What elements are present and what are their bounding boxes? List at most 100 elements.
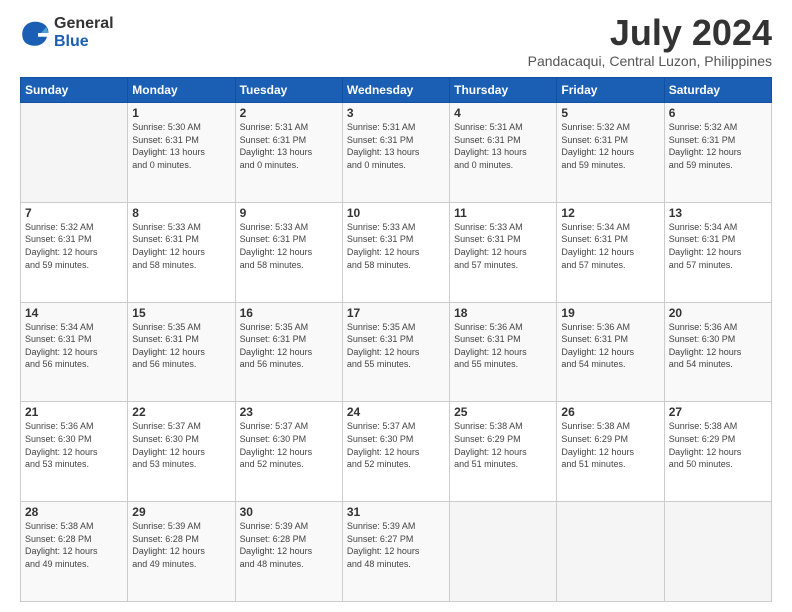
day-info: Sunrise: 5:34 AM Sunset: 6:31 PM Dayligh… bbox=[25, 321, 123, 371]
day-number: 16 bbox=[240, 306, 338, 320]
day-info: Sunrise: 5:34 AM Sunset: 6:31 PM Dayligh… bbox=[669, 221, 767, 271]
day-number: 12 bbox=[561, 206, 659, 220]
day-info: Sunrise: 5:35 AM Sunset: 6:31 PM Dayligh… bbox=[347, 321, 445, 371]
day-info: Sunrise: 5:36 AM Sunset: 6:30 PM Dayligh… bbox=[669, 321, 767, 371]
calendar-cell: 20Sunrise: 5:36 AM Sunset: 6:30 PM Dayli… bbox=[664, 302, 771, 402]
day-info: Sunrise: 5:32 AM Sunset: 6:31 PM Dayligh… bbox=[25, 221, 123, 271]
day-info: Sunrise: 5:39 AM Sunset: 6:28 PM Dayligh… bbox=[132, 520, 230, 570]
day-info: Sunrise: 5:32 AM Sunset: 6:31 PM Dayligh… bbox=[561, 121, 659, 171]
header-monday: Monday bbox=[128, 78, 235, 103]
day-info: Sunrise: 5:32 AM Sunset: 6:31 PM Dayligh… bbox=[669, 121, 767, 171]
calendar-week-5: 28Sunrise: 5:38 AM Sunset: 6:28 PM Dayli… bbox=[21, 502, 772, 602]
day-info: Sunrise: 5:31 AM Sunset: 6:31 PM Dayligh… bbox=[347, 121, 445, 171]
day-info: Sunrise: 5:37 AM Sunset: 6:30 PM Dayligh… bbox=[240, 420, 338, 470]
day-info: Sunrise: 5:33 AM Sunset: 6:31 PM Dayligh… bbox=[454, 221, 552, 271]
day-info: Sunrise: 5:30 AM Sunset: 6:31 PM Dayligh… bbox=[132, 121, 230, 171]
calendar-cell: 11Sunrise: 5:33 AM Sunset: 6:31 PM Dayli… bbox=[450, 202, 557, 302]
day-number: 2 bbox=[240, 106, 338, 120]
title-section: July 2024 Pandacaqui, Central Luzon, Phi… bbox=[528, 15, 772, 69]
calendar-header-row: Sunday Monday Tuesday Wednesday Thursday… bbox=[21, 78, 772, 103]
calendar-cell: 24Sunrise: 5:37 AM Sunset: 6:30 PM Dayli… bbox=[342, 402, 449, 502]
day-info: Sunrise: 5:37 AM Sunset: 6:30 PM Dayligh… bbox=[347, 420, 445, 470]
day-info: Sunrise: 5:33 AM Sunset: 6:31 PM Dayligh… bbox=[132, 221, 230, 271]
calendar-cell bbox=[557, 502, 664, 602]
day-number: 7 bbox=[25, 206, 123, 220]
day-number: 28 bbox=[25, 505, 123, 519]
day-info: Sunrise: 5:33 AM Sunset: 6:31 PM Dayligh… bbox=[347, 221, 445, 271]
calendar-cell: 28Sunrise: 5:38 AM Sunset: 6:28 PM Dayli… bbox=[21, 502, 128, 602]
header-thursday: Thursday bbox=[450, 78, 557, 103]
calendar-week-4: 21Sunrise: 5:36 AM Sunset: 6:30 PM Dayli… bbox=[21, 402, 772, 502]
day-number: 13 bbox=[669, 206, 767, 220]
calendar-cell: 23Sunrise: 5:37 AM Sunset: 6:30 PM Dayli… bbox=[235, 402, 342, 502]
calendar-cell: 15Sunrise: 5:35 AM Sunset: 6:31 PM Dayli… bbox=[128, 302, 235, 402]
day-number: 31 bbox=[347, 505, 445, 519]
calendar-cell: 29Sunrise: 5:39 AM Sunset: 6:28 PM Dayli… bbox=[128, 502, 235, 602]
calendar-cell: 19Sunrise: 5:36 AM Sunset: 6:31 PM Dayli… bbox=[557, 302, 664, 402]
calendar-cell: 18Sunrise: 5:36 AM Sunset: 6:31 PM Dayli… bbox=[450, 302, 557, 402]
day-number: 15 bbox=[132, 306, 230, 320]
day-info: Sunrise: 5:39 AM Sunset: 6:27 PM Dayligh… bbox=[347, 520, 445, 570]
day-info: Sunrise: 5:36 AM Sunset: 6:31 PM Dayligh… bbox=[561, 321, 659, 371]
logo-text: General Blue bbox=[54, 15, 114, 50]
day-info: Sunrise: 5:36 AM Sunset: 6:30 PM Dayligh… bbox=[25, 420, 123, 470]
calendar-cell: 30Sunrise: 5:39 AM Sunset: 6:28 PM Dayli… bbox=[235, 502, 342, 602]
calendar-week-3: 14Sunrise: 5:34 AM Sunset: 6:31 PM Dayli… bbox=[21, 302, 772, 402]
day-number: 24 bbox=[347, 405, 445, 419]
month-title: July 2024 bbox=[528, 15, 772, 51]
day-info: Sunrise: 5:39 AM Sunset: 6:28 PM Dayligh… bbox=[240, 520, 338, 570]
header: General Blue July 2024 Pandacaqui, Centr… bbox=[20, 15, 772, 69]
calendar-cell: 31Sunrise: 5:39 AM Sunset: 6:27 PM Dayli… bbox=[342, 502, 449, 602]
calendar-cell: 1Sunrise: 5:30 AM Sunset: 6:31 PM Daylig… bbox=[128, 103, 235, 203]
logo: General Blue bbox=[20, 15, 114, 50]
day-number: 8 bbox=[132, 206, 230, 220]
calendar-cell: 4Sunrise: 5:31 AM Sunset: 6:31 PM Daylig… bbox=[450, 103, 557, 203]
calendar-cell: 16Sunrise: 5:35 AM Sunset: 6:31 PM Dayli… bbox=[235, 302, 342, 402]
calendar-cell: 3Sunrise: 5:31 AM Sunset: 6:31 PM Daylig… bbox=[342, 103, 449, 203]
day-number: 4 bbox=[454, 106, 552, 120]
calendar-cell: 10Sunrise: 5:33 AM Sunset: 6:31 PM Dayli… bbox=[342, 202, 449, 302]
day-info: Sunrise: 5:35 AM Sunset: 6:31 PM Dayligh… bbox=[132, 321, 230, 371]
day-info: Sunrise: 5:31 AM Sunset: 6:31 PM Dayligh… bbox=[240, 121, 338, 171]
page: General Blue July 2024 Pandacaqui, Centr… bbox=[0, 0, 792, 612]
calendar-cell: 9Sunrise: 5:33 AM Sunset: 6:31 PM Daylig… bbox=[235, 202, 342, 302]
day-number: 26 bbox=[561, 405, 659, 419]
day-number: 14 bbox=[25, 306, 123, 320]
calendar-week-2: 7Sunrise: 5:32 AM Sunset: 6:31 PM Daylig… bbox=[21, 202, 772, 302]
header-sunday: Sunday bbox=[21, 78, 128, 103]
day-info: Sunrise: 5:33 AM Sunset: 6:31 PM Dayligh… bbox=[240, 221, 338, 271]
calendar-cell: 21Sunrise: 5:36 AM Sunset: 6:30 PM Dayli… bbox=[21, 402, 128, 502]
calendar-cell bbox=[21, 103, 128, 203]
day-info: Sunrise: 5:36 AM Sunset: 6:31 PM Dayligh… bbox=[454, 321, 552, 371]
calendar-cell: 14Sunrise: 5:34 AM Sunset: 6:31 PM Dayli… bbox=[21, 302, 128, 402]
logo-general: General bbox=[54, 15, 114, 33]
calendar: Sunday Monday Tuesday Wednesday Thursday… bbox=[20, 77, 772, 602]
day-number: 11 bbox=[454, 206, 552, 220]
day-info: Sunrise: 5:38 AM Sunset: 6:29 PM Dayligh… bbox=[669, 420, 767, 470]
calendar-week-1: 1Sunrise: 5:30 AM Sunset: 6:31 PM Daylig… bbox=[21, 103, 772, 203]
day-number: 10 bbox=[347, 206, 445, 220]
calendar-cell bbox=[664, 502, 771, 602]
day-number: 1 bbox=[132, 106, 230, 120]
day-info: Sunrise: 5:38 AM Sunset: 6:28 PM Dayligh… bbox=[25, 520, 123, 570]
day-number: 25 bbox=[454, 405, 552, 419]
day-info: Sunrise: 5:34 AM Sunset: 6:31 PM Dayligh… bbox=[561, 221, 659, 271]
day-number: 6 bbox=[669, 106, 767, 120]
calendar-cell bbox=[450, 502, 557, 602]
calendar-cell: 5Sunrise: 5:32 AM Sunset: 6:31 PM Daylig… bbox=[557, 103, 664, 203]
calendar-cell: 22Sunrise: 5:37 AM Sunset: 6:30 PM Dayli… bbox=[128, 402, 235, 502]
day-number: 27 bbox=[669, 405, 767, 419]
day-number: 20 bbox=[669, 306, 767, 320]
calendar-cell: 25Sunrise: 5:38 AM Sunset: 6:29 PM Dayli… bbox=[450, 402, 557, 502]
day-number: 23 bbox=[240, 405, 338, 419]
day-number: 17 bbox=[347, 306, 445, 320]
header-tuesday: Tuesday bbox=[235, 78, 342, 103]
calendar-cell: 17Sunrise: 5:35 AM Sunset: 6:31 PM Dayli… bbox=[342, 302, 449, 402]
logo-icon bbox=[20, 18, 50, 48]
calendar-cell: 6Sunrise: 5:32 AM Sunset: 6:31 PM Daylig… bbox=[664, 103, 771, 203]
day-number: 18 bbox=[454, 306, 552, 320]
header-wednesday: Wednesday bbox=[342, 78, 449, 103]
calendar-cell: 13Sunrise: 5:34 AM Sunset: 6:31 PM Dayli… bbox=[664, 202, 771, 302]
day-info: Sunrise: 5:37 AM Sunset: 6:30 PM Dayligh… bbox=[132, 420, 230, 470]
header-saturday: Saturday bbox=[664, 78, 771, 103]
